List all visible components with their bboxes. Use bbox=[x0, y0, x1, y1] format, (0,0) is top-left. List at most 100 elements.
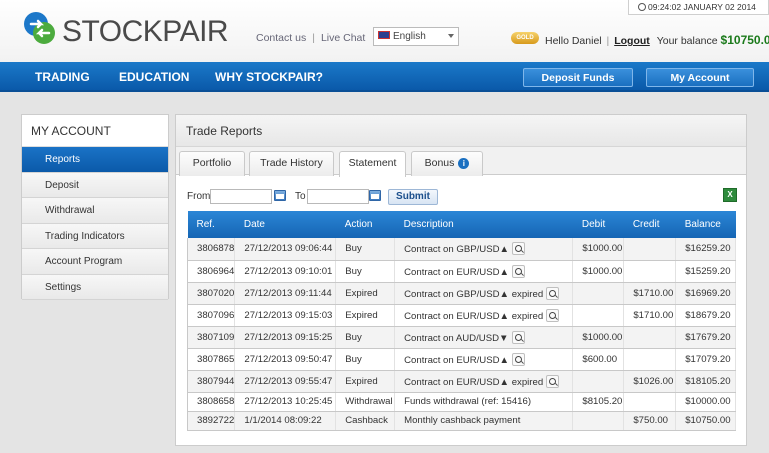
to-label: To bbox=[295, 191, 306, 202]
logo[interactable]: STOCKPAIR bbox=[22, 11, 229, 48]
magnifier-icon[interactable] bbox=[512, 242, 526, 256]
nav-why-stockpair[interactable]: WHY STOCKPAIR? bbox=[215, 62, 323, 92]
cell-description: Contract on EUR/USD▲ expired bbox=[394, 370, 574, 393]
tab-trade-history[interactable]: Trade History bbox=[249, 151, 334, 176]
table-row: 3806878 27/12/2013 09:06:44 Buy Contract… bbox=[186, 238, 736, 261]
cell-debit: $8105.20 bbox=[572, 392, 625, 412]
contact-us-link[interactable]: Contact us bbox=[256, 32, 306, 44]
cell-credit: $1026.00 bbox=[623, 370, 677, 393]
table-row: 3807020 27/12/2013 09:11:44 Expired Cont… bbox=[186, 282, 736, 305]
cell-date: 27/12/2013 09:15:03 bbox=[234, 304, 337, 327]
gold-badge: GOLD bbox=[511, 32, 539, 44]
to-date-input[interactable] bbox=[307, 189, 369, 204]
cell-balance: $10000.00 bbox=[675, 392, 736, 412]
sidebar-item-deposit[interactable]: Deposit bbox=[22, 172, 168, 198]
table-row: 3807096 27/12/2013 09:15:03 Expired Cont… bbox=[186, 304, 736, 327]
description-text: Contract on EUR/USD▲ bbox=[404, 354, 510, 366]
table-body: 3806878 27/12/2013 09:06:44 Buy Contract… bbox=[186, 238, 736, 431]
magnifier-icon[interactable] bbox=[546, 286, 560, 300]
cell-credit bbox=[623, 238, 677, 261]
tab-bonus[interactable]: Bonus i bbox=[411, 151, 483, 176]
cell-debit bbox=[572, 282, 625, 305]
magnifier-icon[interactable] bbox=[511, 330, 525, 344]
chevron-down-icon bbox=[448, 34, 454, 38]
live-chat-link[interactable]: Live Chat bbox=[321, 32, 365, 44]
cell-description: Contract on AUD/USD▼ bbox=[394, 326, 574, 349]
cell-date: 27/12/2013 09:55:47 bbox=[234, 370, 337, 393]
cell-date: 27/12/2013 09:10:01 bbox=[234, 260, 337, 283]
cell-description: Contract on EUR/USD▲ bbox=[394, 260, 574, 283]
nav-trading[interactable]: TRADING bbox=[35, 62, 90, 92]
magnifier-icon[interactable] bbox=[546, 374, 560, 388]
table-row: 3807109 27/12/2013 09:15:25 Buy Contract… bbox=[186, 326, 736, 349]
info-icon[interactable]: i bbox=[458, 158, 470, 169]
sidebar-item-trading-indicators[interactable]: Trading Indicators bbox=[22, 223, 168, 249]
tab-portfolio[interactable]: Portfolio bbox=[179, 151, 245, 176]
cell-action: Buy bbox=[335, 238, 396, 261]
cell-description: Contract on EUR/USD▲ expired bbox=[394, 304, 574, 327]
cell-action: Expired bbox=[335, 370, 396, 393]
logout-link[interactable]: Logout bbox=[614, 35, 650, 47]
sidebar-item-settings[interactable]: Settings bbox=[22, 274, 168, 300]
submit-button[interactable]: Submit bbox=[388, 189, 438, 205]
cell-balance: $15259.20 bbox=[675, 260, 736, 283]
column-header: Action bbox=[335, 211, 395, 238]
cell-debit bbox=[572, 304, 625, 327]
cell-ref: 3807865 bbox=[186, 348, 236, 371]
date-filter: From To Submit bbox=[187, 189, 487, 205]
description-text: Contract on GBP/USD▲ bbox=[404, 244, 510, 256]
language-select[interactable]: English bbox=[373, 27, 459, 46]
cell-debit: $1000.00 bbox=[572, 238, 625, 261]
cell-balance: $18105.20 bbox=[675, 370, 736, 393]
tab-bar: Portfolio Trade History Statement Bonus i bbox=[176, 147, 746, 177]
cell-debit bbox=[572, 411, 625, 431]
sidebar-item-reports[interactable]: Reports bbox=[22, 147, 168, 173]
cell-balance: $16969.20 bbox=[675, 282, 736, 305]
cell-action: Withdrawal bbox=[335, 392, 396, 412]
cell-ref: 3807096 bbox=[186, 304, 236, 327]
logo-text: STOCKPAIR bbox=[62, 15, 229, 48]
main-nav: TRADING EDUCATION WHY STOCKPAIR? Deposit… bbox=[0, 62, 769, 92]
cell-date: 27/12/2013 10:25:45 bbox=[234, 392, 337, 412]
column-header: Ref. bbox=[187, 211, 235, 238]
cell-balance: $10750.00 bbox=[675, 411, 736, 431]
cell-credit: $750.00 bbox=[623, 411, 677, 431]
header: 09:24:02 JANUARY 02 2014 STOCKPAIR Conta… bbox=[0, 0, 769, 62]
excel-export-icon[interactable]: X bbox=[723, 188, 737, 202]
cell-credit bbox=[623, 260, 677, 283]
magnifier-icon[interactable] bbox=[512, 264, 526, 278]
calendar-icon[interactable] bbox=[369, 190, 381, 201]
table-row: 3808658 27/12/2013 10:25:45 Withdrawal F… bbox=[186, 392, 736, 412]
cell-date: 27/12/2013 09:50:47 bbox=[234, 348, 337, 371]
column-header: Credit bbox=[623, 211, 676, 238]
tab-bonus-label: Bonus bbox=[424, 157, 455, 169]
cell-action: Expired bbox=[335, 304, 396, 327]
cell-action: Cashback bbox=[335, 411, 396, 431]
cell-balance: $16259.20 bbox=[675, 238, 736, 261]
my-account-button[interactable]: My Account bbox=[646, 68, 754, 87]
sidebar-item-account-program[interactable]: Account Program bbox=[22, 249, 168, 275]
sidebar-title: MY ACCOUNT bbox=[22, 115, 168, 147]
sidebar-item-withdrawal[interactable]: Withdrawal bbox=[22, 198, 168, 224]
from-date-input[interactable] bbox=[210, 189, 272, 204]
column-header: Debit bbox=[572, 211, 624, 238]
uk-flag-icon bbox=[378, 31, 390, 39]
cell-balance: $17079.20 bbox=[675, 348, 736, 371]
table-row: 3807865 27/12/2013 09:50:47 Buy Contract… bbox=[186, 348, 736, 371]
magnifier-icon[interactable] bbox=[546, 308, 560, 322]
table-row: 3806964 27/12/2013 09:10:01 Buy Contract… bbox=[186, 260, 736, 283]
language-value: English bbox=[393, 31, 426, 42]
deposit-funds-button[interactable]: Deposit Funds bbox=[523, 68, 633, 87]
user-info: Hello Daniel | Logout Your balance $1075… bbox=[545, 33, 769, 47]
nav-education[interactable]: EDUCATION bbox=[119, 62, 189, 92]
calendar-icon[interactable] bbox=[274, 190, 286, 201]
cell-action: Buy bbox=[335, 348, 396, 371]
from-label: From bbox=[187, 191, 211, 202]
balance-value: $10750.00 bbox=[720, 33, 769, 47]
cell-description: Funds withdrawal (ref: 15416) bbox=[394, 392, 574, 412]
magnifier-icon[interactable] bbox=[512, 352, 526, 366]
tab-statement[interactable]: Statement bbox=[339, 151, 406, 177]
cell-description: Contract on GBP/USD▲ bbox=[394, 238, 574, 261]
cell-ref: 3808658 bbox=[186, 392, 236, 412]
clock: 09:24:02 JANUARY 02 2014 bbox=[628, 0, 769, 15]
